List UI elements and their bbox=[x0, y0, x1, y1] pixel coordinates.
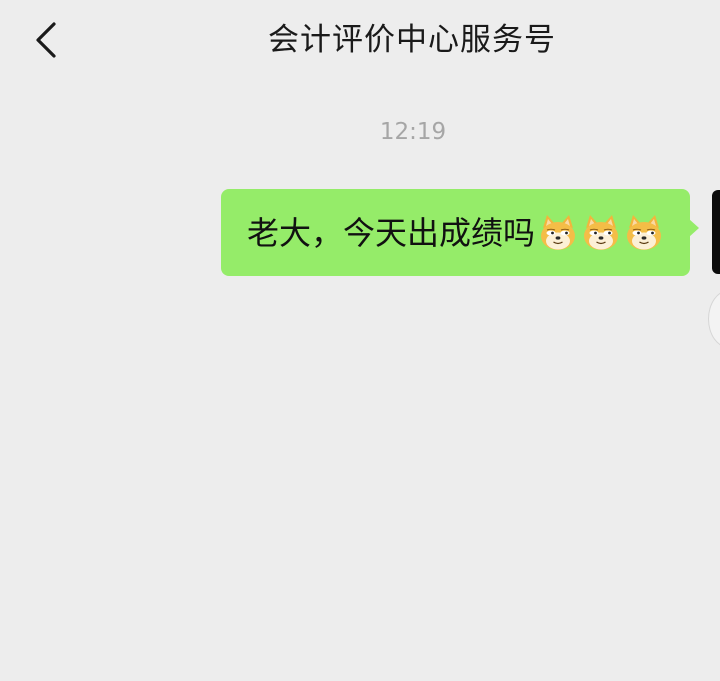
avatar[interactable] bbox=[712, 190, 720, 274]
doge-emoji bbox=[538, 213, 578, 253]
chat-header: 会计评价中心服务号 bbox=[0, 0, 720, 84]
chat-screen: 会计评价中心服务号 12:19 老大，今天出成绩吗 bbox=[0, 0, 720, 681]
message-row: 老大，今天出成绩吗 bbox=[220, 189, 700, 276]
message-timestamp: 12:19 bbox=[379, 119, 447, 145]
chat-title: 会计评价中心服务号 bbox=[268, 22, 556, 58]
doge-emoji bbox=[581, 213, 621, 253]
message-text: 老大，今天出成绩吗 bbox=[246, 213, 535, 252]
doge-emoji bbox=[624, 213, 664, 253]
floating-ball[interactable] bbox=[708, 290, 720, 348]
message-bubble[interactable]: 老大，今天出成绩吗 bbox=[220, 189, 700, 276]
